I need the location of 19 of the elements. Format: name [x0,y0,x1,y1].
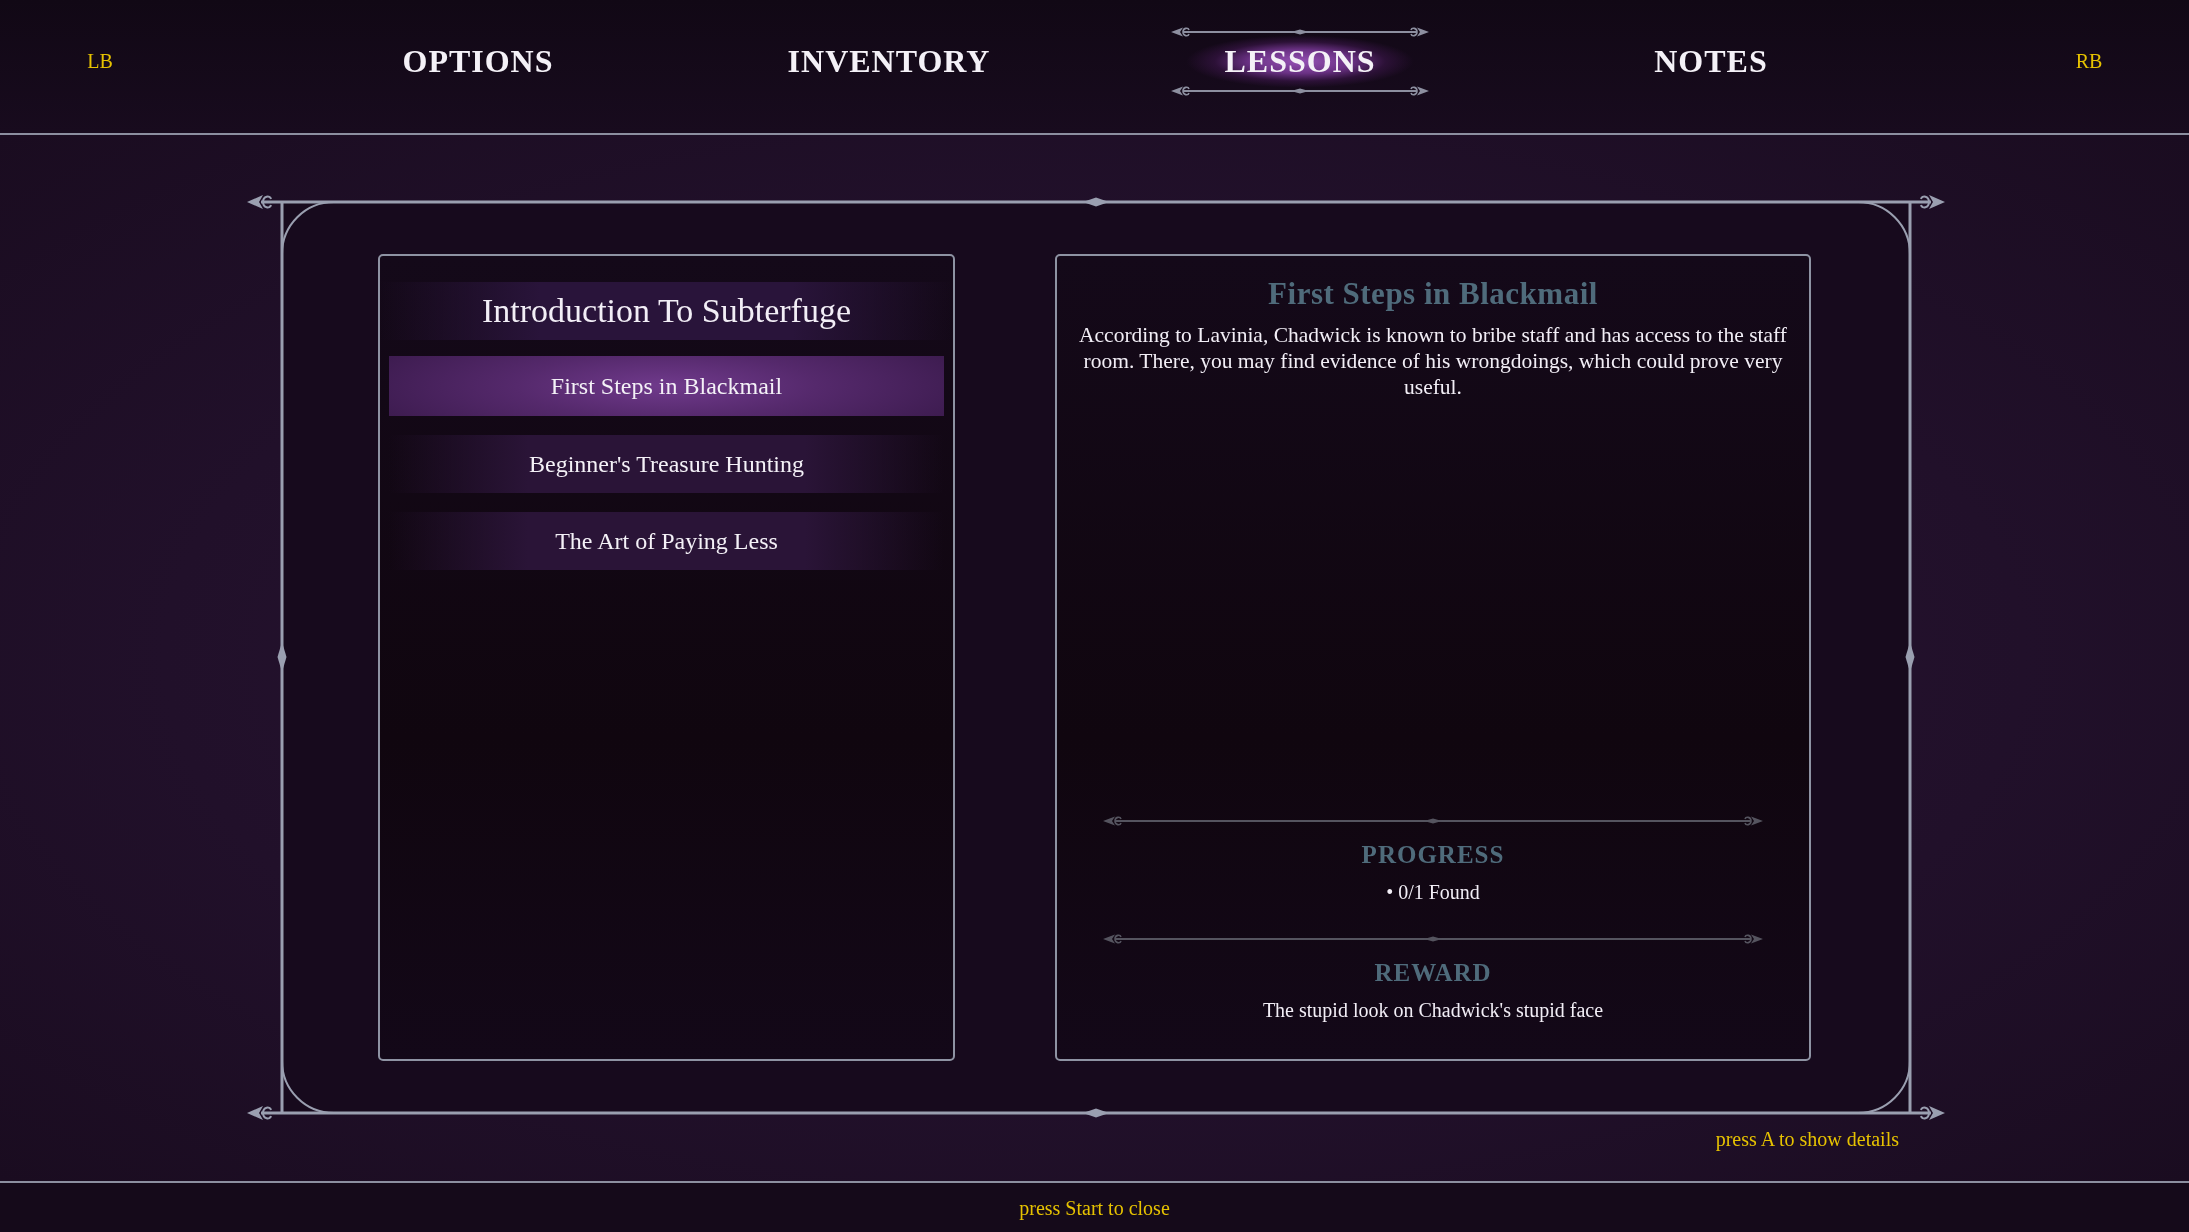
shoulder-button-hint: RB [2075,50,2103,73]
lesson-title: First Steps in Blackmail [1268,276,1598,312]
menu-tab[interactable]: NOTES [1654,39,1768,84]
section-text: The stupid look on Chadwick's stupid face [1262,998,1604,1023]
section-heading: PROGRESS [1361,840,1505,870]
ornament-divider-icon [1171,25,1429,39]
ornament-divider-icon [1171,84,1429,98]
button-hint: press A to show details [1715,1127,1899,1151]
ornament-divider-icon [1103,932,1763,946]
ornament-divider-icon [1103,814,1763,828]
lesson-description: According to Lavinia, Chadwick is known to bribe staff and has access to the staff room. There, you may find evidence of his wrongdoings, which could prove very useful. [1078,322,1788,400]
button-hint: press Start to close [1019,1195,1170,1220]
section-heading: REWARD [1374,958,1492,988]
section-text: • 0/1 Found [1386,880,1480,905]
lesson-item[interactable]: First Steps in Blackmail [389,356,944,416]
menu-tab[interactable]: OPTIONS [402,39,554,84]
menu-tab[interactable]: LESSONS [1171,25,1429,98]
menu-tab[interactable]: INVENTORY [787,39,991,84]
shoulder-button-hint: LB [87,50,113,73]
